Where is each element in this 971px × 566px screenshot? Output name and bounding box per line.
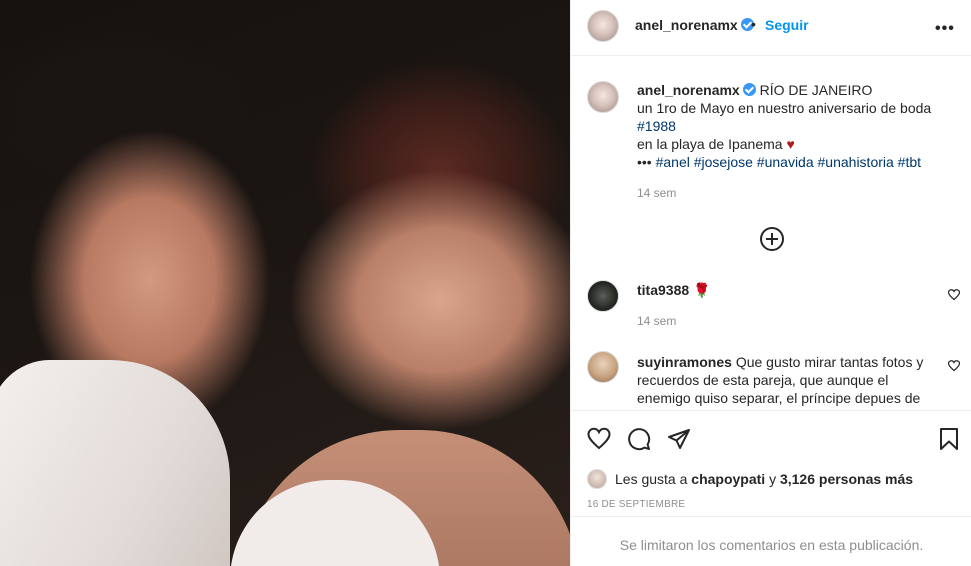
verified-badge-icon [742, 83, 756, 96]
like-comment-heart-icon[interactable] [948, 360, 960, 372]
comments-area[interactable]: anel_norenamx RÍO DE JANEIRO un 1ro de M… [571, 57, 971, 410]
save-bookmark-icon[interactable] [937, 427, 961, 451]
comment-timestamp[interactable]: 14 sem [637, 314, 676, 328]
comment-text: tita9388 🌹 [637, 282, 710, 299]
comment-bubble-icon[interactable] [627, 427, 651, 451]
action-bar [571, 410, 971, 466]
commenter-username[interactable]: suyinramones [637, 354, 732, 370]
share-paper-plane-icon[interactable] [667, 427, 691, 451]
caption-dots: ••• [637, 154, 652, 170]
author-username[interactable]: anel_norenamx [635, 17, 754, 33]
caption-line: un 1ro de Mayo en nuestro aniversario de… [637, 100, 932, 116]
load-more-comments-icon[interactable] [760, 227, 784, 251]
caption-avatar[interactable] [587, 81, 619, 113]
like-comment-heart-icon[interactable] [948, 289, 960, 301]
separator-dot: • [751, 16, 756, 32]
caption-username[interactable]: anel_norenamx [637, 82, 740, 98]
likes-count-link[interactable]: 3,126 personas más [780, 471, 913, 487]
like-heart-icon[interactable] [587, 427, 611, 451]
hashtag-link[interactable]: #1988 [637, 118, 676, 134]
commenter-avatar[interactable] [587, 351, 619, 383]
post-photo[interactable] [0, 0, 570, 566]
caption-text: anel_norenamx RÍO DE JANEIRO un 1ro de M… [637, 81, 957, 171]
caption-timestamp[interactable]: 14 sem [637, 186, 676, 200]
hashtag-links[interactable]: #anel #josejose #unavida #unahistoria #t… [656, 154, 921, 170]
caption-line: en la playa de Ipanema [637, 136, 783, 152]
comment-body: 🌹 [693, 282, 711, 298]
post-date[interactable]: 16 DE SEPTIEMBRE [587, 499, 685, 510]
caption-location: RÍO DE JANEIRO [759, 82, 873, 98]
heart-emoji-icon: ♥ [786, 136, 795, 152]
post-header: anel_norenamx • Seguir ••• [571, 0, 971, 56]
comment-text: suyinramones Que gusto mirar tantas foto… [637, 353, 935, 407]
more-options-icon[interactable]: ••• [935, 20, 955, 38]
comments-limited-notice: Se limitaron los comentarios en esta pub… [571, 516, 971, 566]
follow-button[interactable]: Seguir [765, 17, 809, 33]
author-avatar[interactable] [587, 10, 619, 42]
liker-username[interactable]: chapoypati [691, 471, 765, 487]
commenter-avatar[interactable] [587, 280, 619, 312]
liker-avatar[interactable] [587, 469, 607, 489]
post-side-panel: anel_norenamx • Seguir ••• anel_norenamx… [570, 0, 971, 566]
likes-text: Les gusta a chapoypati y 3,126 personas … [615, 471, 914, 487]
photo-shirt [0, 360, 230, 566]
commenter-username[interactable]: tita9388 [637, 282, 689, 298]
